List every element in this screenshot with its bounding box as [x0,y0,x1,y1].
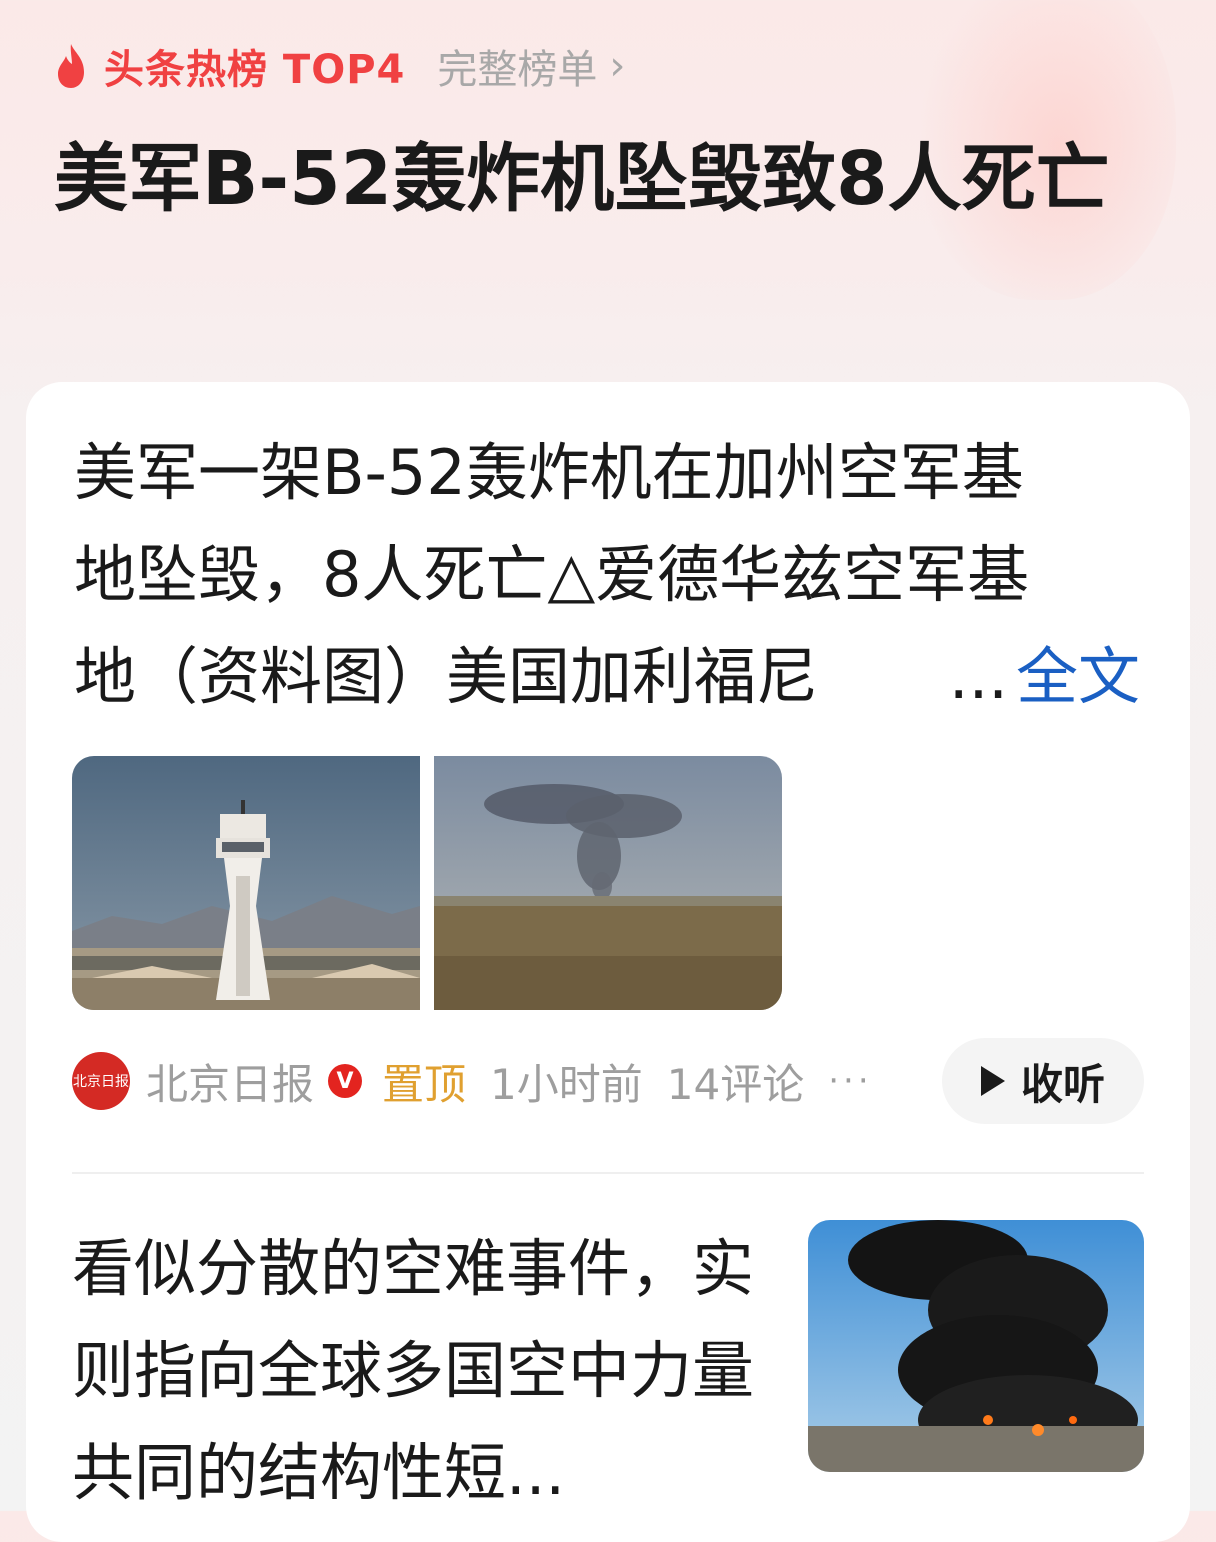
read-more-link[interactable]: ... 全文 [949,626,1140,728]
divider [72,1172,1144,1174]
news-card: 美军一架B-52轰炸机在加州空军基 地坠毁，8人死亡△爱德华兹空军基 地（资料图… [26,382,1190,1542]
listen-label: 收听 [1020,1059,1105,1109]
fire-icon [58,44,84,88]
verified-icon: V [328,1064,363,1098]
page-title[interactable]: 美军B-52轰炸机坠毁致8人死亡 [54,120,1164,238]
control-tower-image[interactable] [72,756,420,1010]
chevron-right-icon: › [609,43,626,89]
article-summary[interactable]: 美军一架B-52轰炸机在加州空军基 地坠毁，8人死亡△爱德华兹空军基 地（资料图… [74,422,1140,728]
publish-time: 1小时前 [490,1059,643,1109]
play-icon [980,1066,1005,1096]
summary-line: 地（资料图）美国加利福尼 [74,640,819,713]
more-options-icon[interactable]: ··· [828,1061,872,1101]
full-list-link[interactable]: 完整榜单 › [437,37,625,95]
next-article-title[interactable]: 看似分散的空难事件，实则指向全球多国空中力量共同的结构性短... [72,1218,772,1524]
image-gallery [72,756,782,1010]
fire-smoke-image[interactable] [808,1220,1144,1472]
summary-line: 地坠毁，8人死亡△爱德华兹空军基 [74,538,1030,611]
pinned-badge: 置顶 [382,1059,467,1109]
comment-count[interactable]: 14评论 [667,1051,804,1112]
avatar[interactable]: 北京日报 [72,1052,130,1110]
summary-line: 美军一架B-52轰炸机在加州空军基 [74,436,1024,509]
hot-list-header[interactable]: 头条热榜 TOP4 完整榜单 › [50,36,625,96]
smoke-plume-image[interactable] [434,756,782,1010]
article-meta: 北京日报 北京日报 V 置顶 1小时前 14评论 ··· 收听 [72,1038,1144,1124]
source-name[interactable]: 北京日报 [146,1051,314,1112]
hot-list-label: 头条热榜 TOP4 [104,47,406,93]
listen-button[interactable]: 收听 [942,1038,1144,1124]
full-list-label: 完整榜单 [437,47,598,93]
